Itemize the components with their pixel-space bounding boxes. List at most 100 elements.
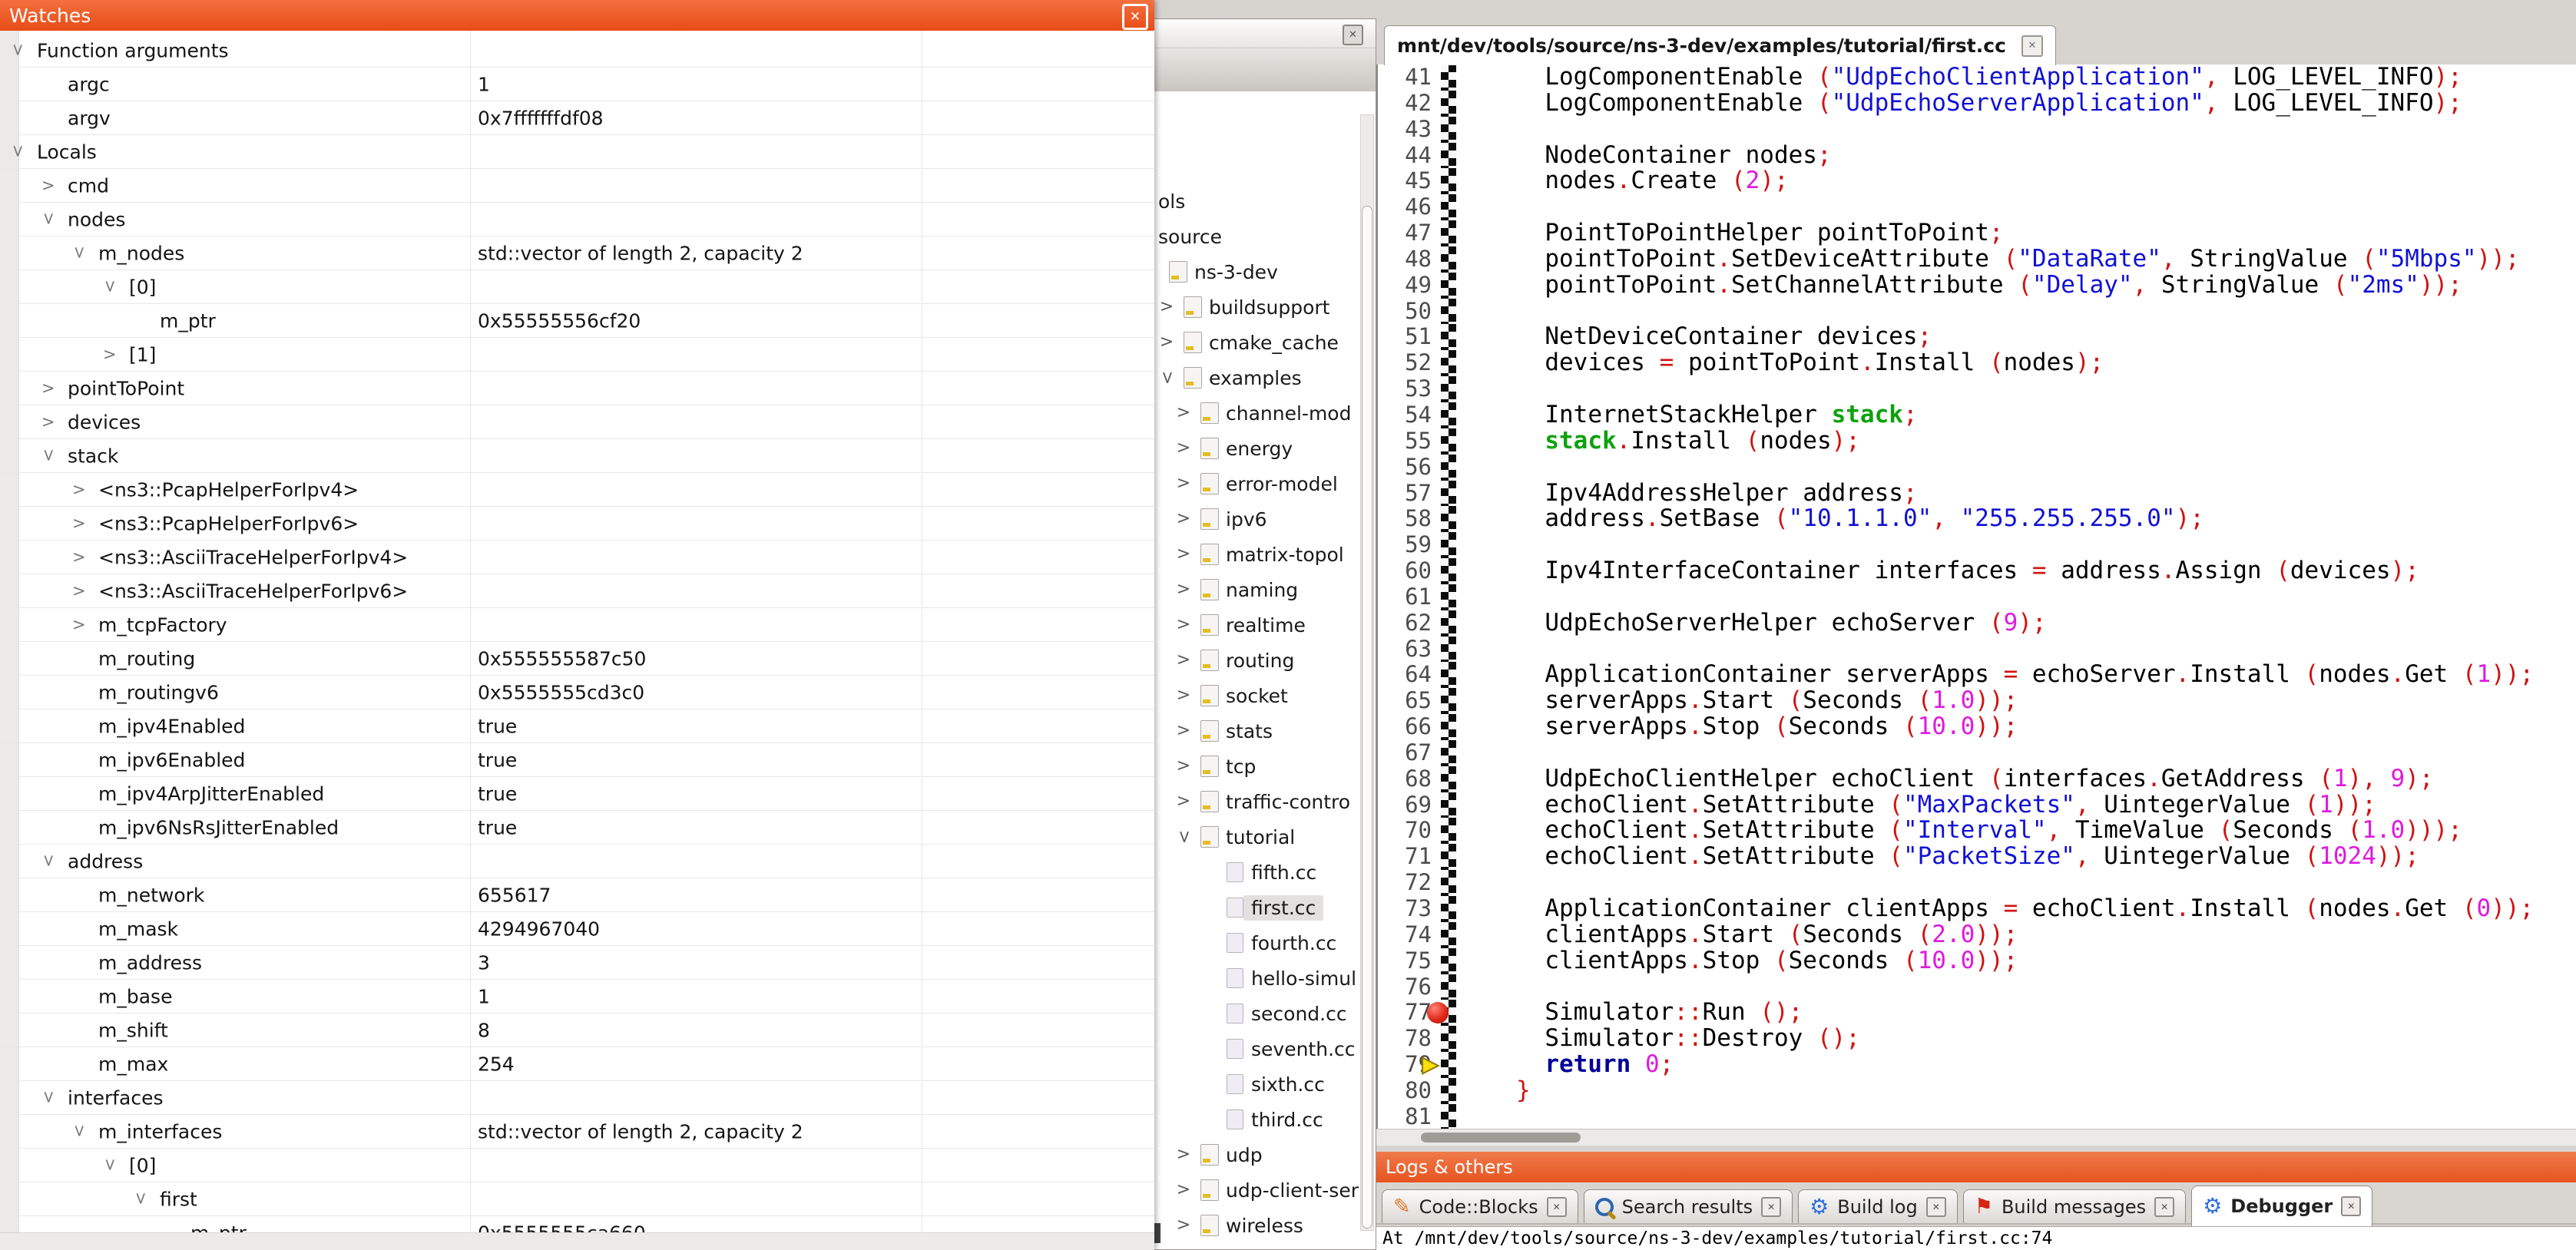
chevron-down-icon[interactable]: > — [71, 246, 87, 260]
breakpoint-margin[interactable] — [1441, 220, 1456, 246]
code-line[interactable]: 45 nodes.Create (2); — [1378, 168, 2576, 194]
tree-item-ipv6[interactable]: >ipv6 — [1148, 501, 1362, 537]
chevron-right-icon[interactable]: > — [1174, 546, 1193, 563]
code-line[interactable]: 54 InternetStackHelper stack; — [1378, 402, 2576, 428]
line-number[interactable]: 47 — [1378, 220, 1441, 246]
log-tab-search-results[interactable]: Search results✕ — [1584, 1189, 1793, 1223]
watch-row[interactable]: m_network655617 — [0, 878, 1154, 912]
breakpoint-margin[interactable] — [1441, 64, 1456, 91]
code-line[interactable]: 46 — [1378, 194, 2576, 220]
code-line[interactable]: 80} — [1378, 1078, 2576, 1104]
code-line[interactable]: 41 LogComponentEnable ("UdpEchoClientApp… — [1378, 64, 2576, 91]
watch-row[interactable]: argv0x7fffffffdf08 — [0, 101, 1154, 135]
code-line[interactable]: 48 pointToPoint.SetDeviceAttribute ("Dat… — [1378, 246, 2576, 273]
code-line[interactable]: 77 Simulator::Run (); — [1378, 1000, 2576, 1026]
tree-item-hello-simul[interactable]: hello-simul — [1148, 961, 1362, 996]
breakpoint-margin[interactable] — [1441, 402, 1456, 428]
line-number[interactable]: 49 — [1378, 273, 1441, 299]
watch-row[interactable]: ><ns3::PcapHelperForIpv6> — [0, 507, 1154, 541]
close-icon[interactable]: ✕ — [2154, 1197, 2174, 1217]
breakpoint-margin[interactable] — [1441, 584, 1456, 610]
code-line[interactable]: 43 — [1378, 117, 2576, 143]
chevron-right-icon[interactable]: > — [1174, 617, 1193, 633]
chevron-right-icon[interactable]: > — [1174, 511, 1193, 527]
code-line[interactable]: 72 — [1378, 870, 2576, 896]
breakpoint-margin[interactable] — [1441, 376, 1456, 402]
line-number[interactable]: 51 — [1378, 324, 1441, 350]
chevron-right-icon[interactable]: > — [72, 583, 86, 599]
tree-item-traffic-contro[interactable]: >traffic-contro — [1148, 784, 1362, 819]
breakpoint-margin[interactable] — [1441, 1052, 1456, 1078]
editor-tab-first-cc[interactable]: mnt/dev/tools/source/ns-3-dev/examples/t… — [1384, 25, 2056, 65]
watch-row[interactable]: >[1] — [0, 338, 1154, 372]
chevron-right-icon[interactable]: > — [1174, 723, 1193, 739]
code-line[interactable]: 81 — [1378, 1104, 2576, 1129]
code-line[interactable]: 67 — [1378, 740, 2576, 766]
chevron-right-icon[interactable]: > — [103, 346, 117, 362]
watch-row[interactable]: >nodes — [0, 203, 1154, 236]
line-number[interactable]: 64 — [1378, 662, 1441, 688]
code-line[interactable]: 71 echoClient.SetAttribute ("PacketSize"… — [1378, 844, 2576, 870]
code-line[interactable]: 60 Ipv4InterfaceContainer interfaces = a… — [1378, 558, 2576, 584]
watch-row[interactable]: >pointToPoint — [0, 372, 1154, 405]
breakpoint-margin[interactable] — [1441, 792, 1456, 818]
log-tab-code-blocks[interactable]: ✎Code::Blocks✕ — [1382, 1189, 1578, 1223]
breakpoint-margin[interactable] — [1441, 766, 1456, 792]
code-line[interactable]: 52 devices = pointToPoint.Install (nodes… — [1378, 350, 2576, 376]
line-number[interactable]: 52 — [1378, 350, 1441, 376]
breakpoint-margin[interactable] — [1441, 481, 1456, 507]
close-icon[interactable]: ✕ — [2341, 1196, 2361, 1216]
chevron-down-icon[interactable]: > — [9, 144, 25, 158]
tree-item-stats[interactable]: >stats — [1148, 713, 1362, 749]
watch-row[interactable]: >[0] — [0, 1149, 1154, 1182]
breakpoint-margin[interactable] — [1441, 610, 1456, 637]
line-number[interactable]: 59 — [1378, 532, 1441, 558]
line-number[interactable]: 74 — [1378, 922, 1441, 948]
code-line[interactable]: 74 clientApps.Start (Seconds (2.0)); — [1378, 922, 2576, 948]
line-number[interactable]: 53 — [1378, 376, 1441, 402]
tree-item-socket[interactable]: >socket — [1148, 678, 1362, 713]
line-number[interactable]: 61 — [1378, 584, 1441, 610]
line-number[interactable]: 48 — [1378, 246, 1441, 273]
line-number[interactable]: 58 — [1378, 506, 1441, 532]
chevron-right-icon[interactable]: > — [1174, 687, 1193, 704]
code-line[interactable]: 61 — [1378, 584, 2576, 610]
tree-vertical-scrollbar[interactable] — [1360, 114, 1374, 1231]
breakpoint-margin[interactable] — [1441, 1026, 1456, 1052]
tree-item-first-cc[interactable]: first.cc — [1148, 890, 1362, 925]
scrollbar-thumb[interactable] — [1421, 1133, 1581, 1143]
line-number[interactable]: 63 — [1378, 637, 1441, 663]
code-line[interactable]: 68 UdpEchoClientHelper echoClient (inter… — [1378, 766, 2576, 792]
code-line[interactable]: 79▶ return 0; — [1378, 1052, 2576, 1078]
line-number[interactable]: 76 — [1378, 974, 1441, 1000]
breakpoint-margin[interactable] — [1441, 246, 1456, 273]
line-number[interactable]: 62 — [1378, 610, 1441, 637]
line-number[interactable]: 78 — [1378, 1026, 1441, 1052]
code-line[interactable]: 62 UdpEchoServerHelper echoServer (9); — [1378, 610, 2576, 637]
code-line[interactable]: 75 clientApps.Stop (Seconds (10.0)); — [1378, 948, 2576, 974]
chevron-right-icon[interactable]: > — [1157, 334, 1176, 351]
close-icon[interactable]: ✕ — [1926, 1197, 1946, 1217]
chevron-right-icon[interactable]: > — [1157, 299, 1176, 316]
line-number[interactable]: 44 — [1378, 143, 1441, 169]
watch-row[interactable]: m_routing0x555555587c50 — [0, 642, 1154, 676]
line-number[interactable]: 66 — [1378, 714, 1441, 740]
chevron-right-icon[interactable]: > — [1174, 475, 1193, 492]
close-icon[interactable]: ✕ — [1547, 1197, 1567, 1217]
breakpoint-margin[interactable] — [1441, 948, 1456, 974]
code-line[interactable]: 64 ApplicationContainer serverApps = ech… — [1378, 662, 2576, 688]
code-line[interactable]: 51 NetDeviceContainer devices; — [1378, 324, 2576, 350]
breakpoint-margin[interactable] — [1441, 714, 1456, 740]
chevron-right-icon[interactable]: > — [1174, 581, 1193, 598]
code-line[interactable]: 50 — [1378, 299, 2576, 325]
line-number[interactable]: 57 — [1378, 481, 1441, 507]
watch-row[interactable]: ><ns3::AsciiTraceHelperForIpv4> — [0, 541, 1154, 574]
chevron-right-icon[interactable]: > — [41, 414, 55, 430]
breakpoint-margin[interactable] — [1441, 168, 1456, 194]
chevron-right-icon[interactable]: > — [72, 617, 86, 633]
tree-item-cmake-cache[interactable]: >cmake_cache — [1148, 325, 1362, 360]
line-number[interactable]: 54 — [1378, 402, 1441, 428]
line-number[interactable]: 68 — [1378, 766, 1441, 792]
watch-row[interactable]: >m_nodesstd::vector of length 2, capacit… — [0, 236, 1154, 270]
chevron-down-icon[interactable]: > — [40, 1090, 56, 1104]
